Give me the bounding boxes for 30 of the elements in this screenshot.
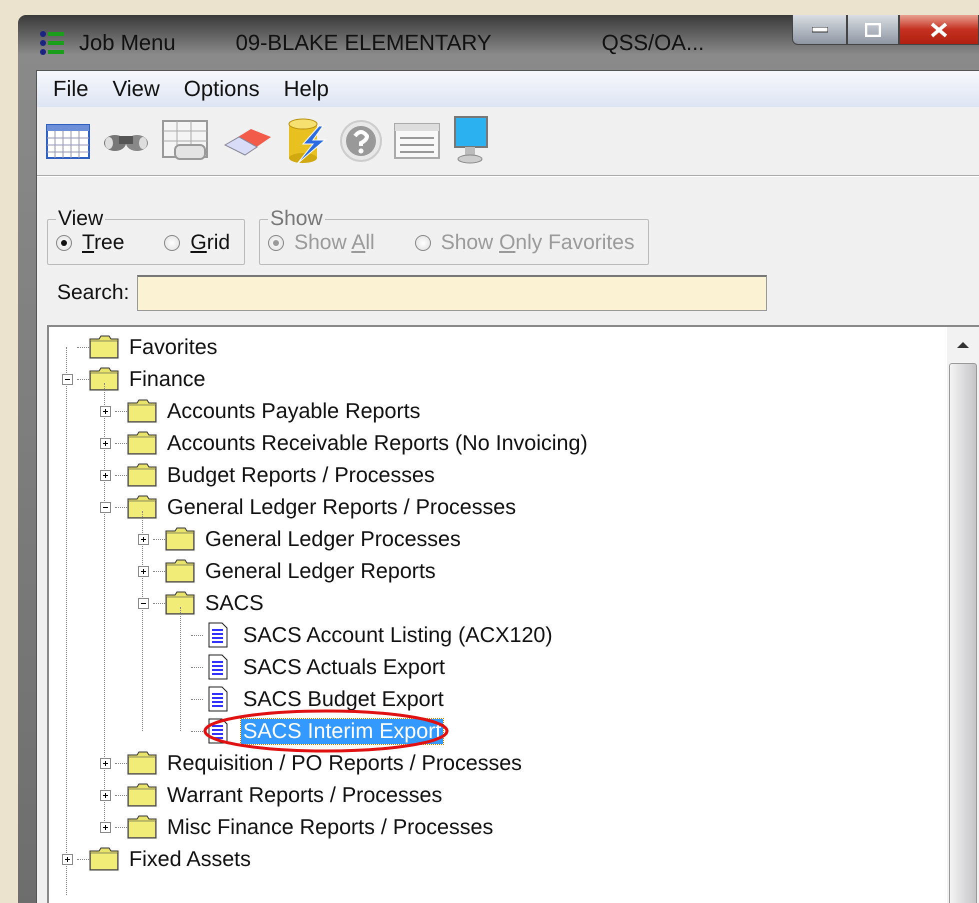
tree-folder-item[interactable]: Budget Reports / Processes — [165, 462, 437, 488]
menu-item[interactable]: View — [100, 76, 172, 102]
tree-folder-item[interactable]: Warrant Reports / Processes — [165, 782, 444, 808]
menu-item[interactable]: Options — [172, 76, 272, 102]
tree-folder-item[interactable]: Favorites — [127, 334, 220, 360]
tree-report-item[interactable]: SACS Budget Export — [241, 686, 446, 712]
menu-item[interactable]: File — [41, 76, 100, 102]
district-name: 09-BLAKE ELEMENTARY — [236, 30, 492, 56]
tree-folder-item[interactable]: General Ledger Reports — [203, 558, 438, 584]
tree-report-item[interactable]: SACS Account Listing (ACX120) — [241, 622, 555, 648]
radio-label: Show All — [294, 231, 375, 255]
tree-folder-item[interactable]: Accounts Receivable Reports (No Invoicing) — [165, 430, 590, 456]
server-name: QSS/OA... — [602, 30, 704, 56]
group-title: View — [57, 207, 104, 231]
window-title: Job Menu — [79, 30, 176, 56]
tree-folder-item[interactable]: Accounts Payable Reports — [165, 398, 422, 424]
tree-report-item[interactable]: SACS Actuals Export — [241, 654, 447, 680]
search-label: Search: — [57, 281, 130, 305]
tree-folder-item[interactable]: Finance — [127, 366, 208, 392]
radio-label: Show Only Favorites — [440, 231, 634, 255]
tree-folder-item[interactable]: General Ledger Processes — [203, 526, 463, 552]
group-title: Show — [269, 207, 324, 231]
tree-folder-item[interactable]: General Ledger Reports / Processes — [165, 494, 518, 520]
radio-label: Tree — [82, 231, 124, 255]
tree-folder-item[interactable]: Misc Finance Reports / Processes — [165, 814, 496, 840]
tree-folder-item[interactable]: Fixed Assets — [127, 846, 253, 872]
tree-folder-item[interactable]: SACS — [203, 590, 266, 616]
menu-item[interactable]: Help — [272, 76, 341, 102]
radio-label: Grid — [190, 231, 230, 255]
tree-folder-item[interactable]: Requisition / PO Reports / Processes — [165, 750, 524, 776]
